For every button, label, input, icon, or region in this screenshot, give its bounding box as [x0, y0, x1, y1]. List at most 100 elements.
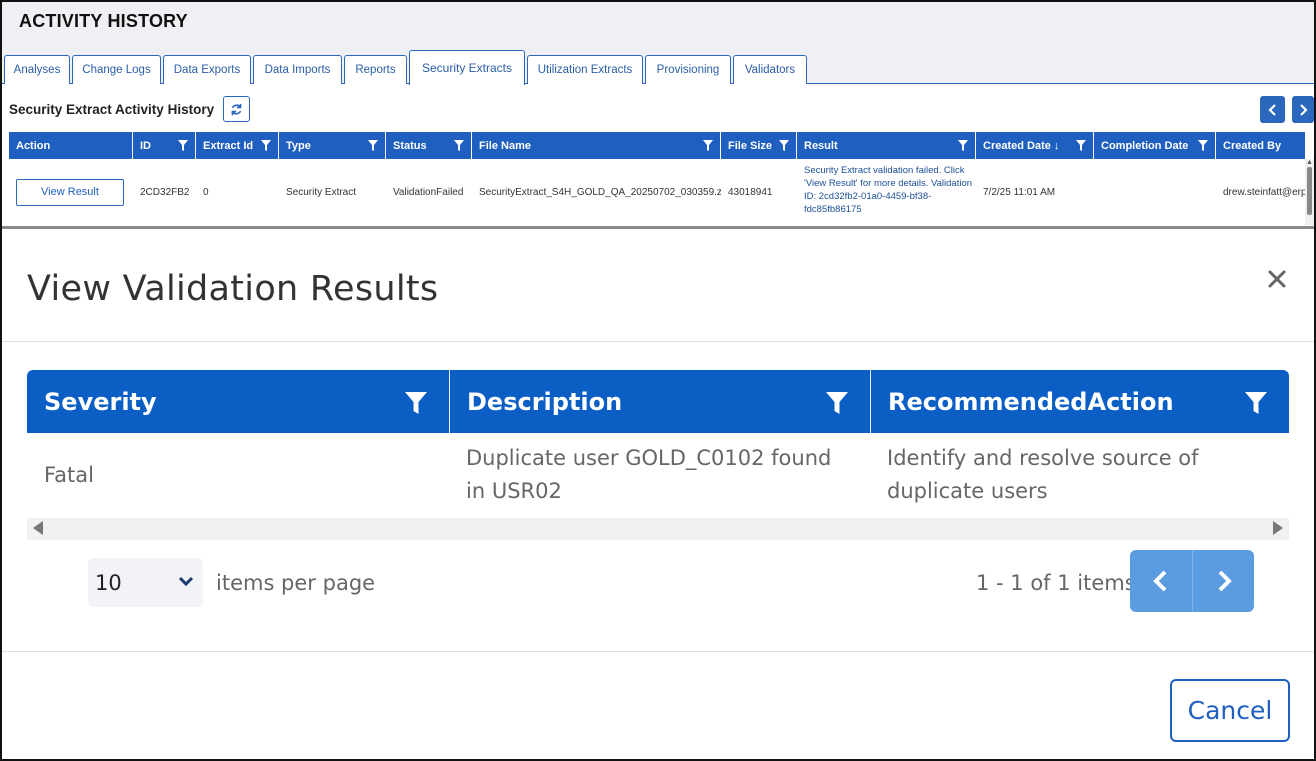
col-created-date-label: Created Date ↓: [983, 139, 1060, 152]
grid-prev-button[interactable]: [1260, 96, 1285, 123]
app-window: ACTIVITY HISTORY Analyses Change Logs Da…: [0, 0, 1316, 761]
recommended-action-cell: Identify and resolve source of duplicate…: [887, 446, 1199, 503]
col-id[interactable]: ID: [133, 132, 196, 159]
pager-prev-button[interactable]: [1130, 550, 1192, 612]
chevron-left-icon: [1267, 103, 1276, 116]
scroll-left-icon[interactable]: [33, 521, 43, 535]
col-id-label: ID: [140, 139, 151, 152]
created-date-cell: 7/2/25 11:01 AM: [983, 186, 1056, 198]
activity-history-page: ACTIVITY HISTORY Analyses Change Logs Da…: [2, 2, 1314, 226]
filter-icon[interactable]: [826, 392, 848, 414]
scrollbar-thumb[interactable]: [1307, 167, 1312, 215]
scroll-up-icon[interactable]: ▲: [1306, 159, 1313, 166]
view-result-button[interactable]: View Result: [16, 178, 124, 206]
tab-validators[interactable]: Validators: [733, 55, 807, 84]
grid-next-button[interactable]: [1292, 96, 1314, 123]
filter-icon[interactable]: [1076, 140, 1086, 151]
filter-icon[interactable]: [958, 140, 968, 151]
filter-icon[interactable]: [703, 140, 713, 151]
page-header: ACTIVITY HISTORY: [2, 2, 1314, 50]
filter-icon[interactable]: [405, 392, 427, 414]
col-status-label: Status: [393, 139, 427, 152]
file-name-cell: SecurityExtract_S4H_GOLD_QA_20250702_030…: [479, 186, 721, 198]
filter-icon[interactable]: [368, 140, 378, 151]
id-cell: 2CD32FB2: [140, 186, 190, 198]
chevron-down-icon: [178, 576, 194, 587]
table-row: View Result 2CD32FB2 0 Security Extract …: [9, 159, 1305, 225]
col-created-by[interactable]: Created By: [1216, 132, 1305, 159]
tab-analyses[interactable]: Analyses: [4, 55, 70, 84]
col-status[interactable]: Status: [386, 132, 472, 159]
col-created-date[interactable]: Created Date ↓: [976, 132, 1094, 159]
tab-data-exports[interactable]: Data Exports: [163, 55, 251, 84]
col-description-label: Description: [467, 387, 623, 416]
tab-security-extracts[interactable]: Security Extracts: [409, 50, 525, 85]
filter-icon[interactable]: [1198, 140, 1208, 151]
filter-icon[interactable]: [1245, 392, 1267, 414]
refresh-icon: [231, 103, 242, 115]
col-recommended-action-label: RecommendedAction: [888, 387, 1174, 416]
chevron-right-icon: [1300, 103, 1308, 116]
col-type[interactable]: Type: [279, 132, 386, 159]
items-per-page-label: items per page: [216, 571, 376, 595]
divider: [2, 651, 1314, 652]
cancel-button[interactable]: Cancel: [1170, 679, 1290, 742]
action-cell: View Result: [9, 159, 133, 225]
dialog-close-button[interactable]: [1263, 265, 1291, 293]
col-type-label: Type: [286, 139, 311, 152]
col-extract-id[interactable]: Extract Id: [196, 132, 279, 159]
status-cell: ValidationFailed: [393, 186, 464, 198]
tab-reports[interactable]: Reports: [344, 55, 407, 84]
section-title: Security Extract Activity History: [9, 102, 215, 117]
pager-range-label: 1 - 1 of 1 items: [976, 571, 1136, 595]
tab-data-imports[interactable]: Data Imports: [253, 55, 342, 84]
tab-bar: Analyses Change Logs Data Exports Data I…: [2, 50, 1314, 85]
col-completion-date[interactable]: Completion Date: [1094, 132, 1216, 159]
dialog-title: View Validation Results: [27, 269, 439, 309]
tab-utilization-extracts[interactable]: Utilization Extracts: [527, 55, 643, 84]
col-severity-label: Severity: [44, 387, 157, 416]
col-recommended-action[interactable]: RecommendedAction: [871, 370, 1289, 433]
col-result[interactable]: Result: [797, 132, 976, 159]
filter-icon[interactable]: [454, 140, 464, 151]
created-by-cell: drew.steinfatt@erp: [1223, 186, 1305, 198]
pager: 10 items per page 1 - 1 of 1 items: [27, 547, 1289, 617]
tab-provisioning[interactable]: Provisioning: [645, 55, 731, 84]
extract-id-cell: 0: [203, 186, 209, 198]
col-severity[interactable]: Severity: [27, 370, 449, 433]
col-action-label: Action: [16, 139, 51, 152]
grid-header: Action ID Extract Id Type Status File Na…: [9, 132, 1305, 159]
chevron-left-icon: [1153, 570, 1167, 592]
filter-icon[interactable]: [779, 140, 789, 151]
col-description[interactable]: Description: [450, 370, 870, 433]
col-extract-id-label: Extract Id: [203, 139, 254, 152]
description-cell: Duplicate user GOLD_C0102 found in USR02: [466, 446, 832, 503]
divider: [2, 341, 1314, 342]
col-file-name-label: File Name: [479, 139, 531, 152]
col-file-name[interactable]: File Name: [472, 132, 721, 159]
scroll-right-icon[interactable]: [1273, 521, 1283, 535]
refresh-button[interactable]: [223, 96, 250, 122]
close-icon: [1268, 270, 1286, 288]
result-cell: Security Extract validation failed. Clic…: [804, 165, 973, 215]
col-file-size[interactable]: File Size: [721, 132, 797, 159]
results-horizontal-scrollbar[interactable]: [27, 518, 1289, 540]
results-grid-header: Severity Description RecommendedAction: [27, 370, 1289, 433]
page-size-value: 10: [95, 570, 122, 595]
col-completion-date-label: Completion Date: [1101, 139, 1189, 152]
pager-next-button[interactable]: [1192, 550, 1254, 612]
page-title: ACTIVITY HISTORY: [19, 11, 188, 31]
col-action[interactable]: Action: [9, 132, 133, 159]
section-toolbar: Security Extract Activity History: [2, 84, 1314, 132]
table-row: Fatal Duplicate user GOLD_C0102 found in…: [27, 433, 1289, 518]
grid-vertical-scrollbar[interactable]: ▲: [1305, 159, 1314, 225]
col-file-size-label: File Size: [728, 139, 773, 152]
col-result-label: Result: [804, 139, 838, 152]
severity-cell: Fatal: [44, 463, 94, 487]
filter-icon[interactable]: [178, 140, 188, 151]
file-size-cell: 43018941: [728, 186, 773, 198]
page-size-select[interactable]: 10: [88, 558, 203, 607]
filter-icon[interactable]: [261, 140, 271, 151]
tab-change-logs[interactable]: Change Logs: [72, 55, 161, 84]
validation-results-dialog: View Validation Results Severity Descrip…: [2, 226, 1314, 759]
